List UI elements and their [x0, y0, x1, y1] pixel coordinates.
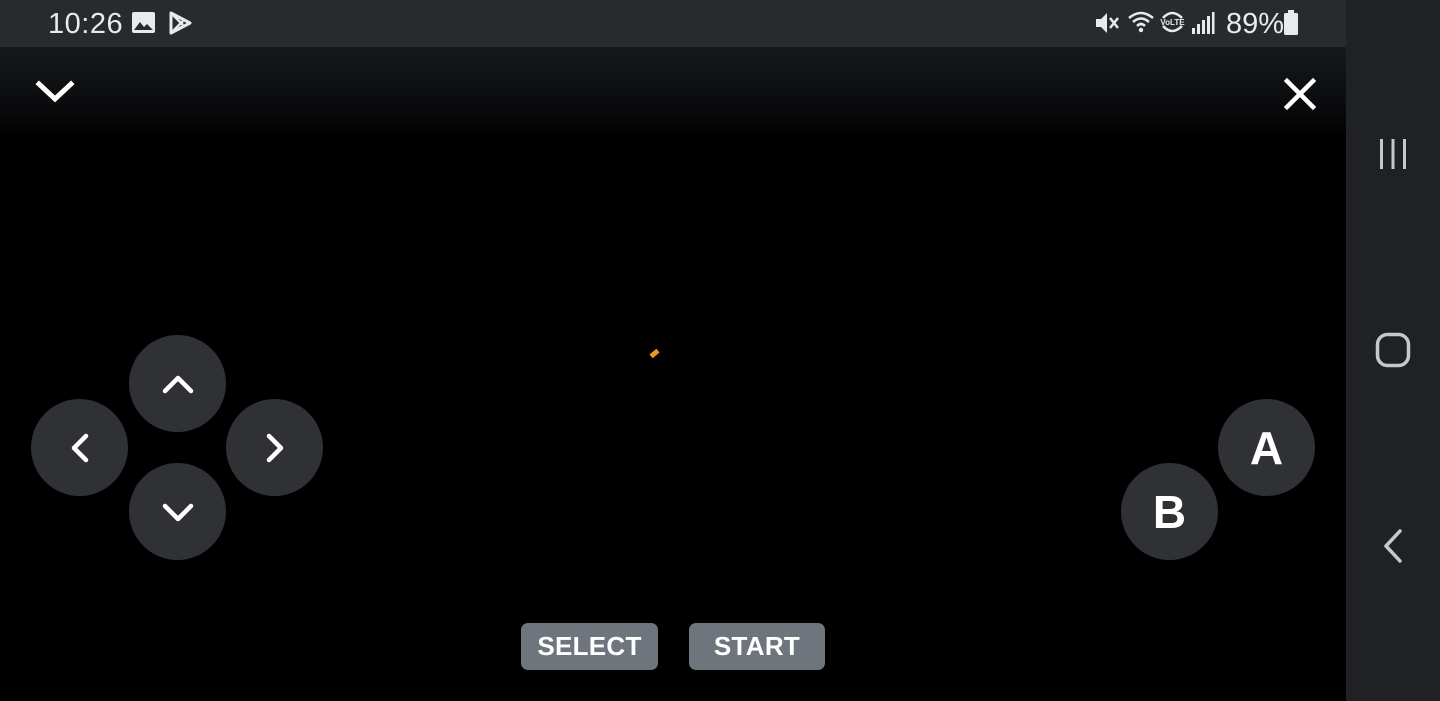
- dpad-down-button[interactable]: [129, 463, 226, 560]
- a-button-label: A: [1249, 421, 1284, 474]
- back-button[interactable]: [1368, 521, 1418, 571]
- top-overlay: [0, 47, 1346, 142]
- gallery-icon: [131, 11, 156, 39]
- back-icon: [1368, 529, 1418, 575]
- chevron-down-icon: [31, 80, 79, 120]
- chevron-left-icon: [60, 428, 100, 468]
- select-button[interactable]: SELECT: [521, 623, 658, 670]
- signal-icon: [1191, 11, 1215, 40]
- status-time: 10:26: [48, 8, 124, 40]
- close-button[interactable]: [1276, 70, 1324, 118]
- start-button[interactable]: START: [689, 623, 825, 670]
- chevron-up-icon: [158, 364, 198, 404]
- navigation-bar: [1346, 0, 1440, 701]
- dpad-right-button[interactable]: [226, 399, 323, 496]
- b-button[interactable]: B: [1121, 463, 1218, 560]
- chevron-right-icon: [255, 428, 295, 468]
- battery-icon: [1283, 10, 1299, 41]
- emulator-screen: 10:26 VoLTE 89% A B SELECT START: [0, 0, 1440, 701]
- recents-button[interactable]: [1368, 129, 1418, 179]
- close-icon: [1276, 77, 1324, 122]
- home-icon: [1368, 332, 1418, 379]
- status-bar: 10:26 VoLTE 89%: [0, 0, 1346, 47]
- play-store-icon: [169, 11, 193, 40]
- battery-percent: 89%: [1226, 8, 1285, 40]
- dpad-left-button[interactable]: [31, 399, 128, 496]
- home-button[interactable]: [1368, 325, 1418, 375]
- collapse-button[interactable]: [31, 68, 79, 116]
- chevron-down-icon: [158, 492, 198, 532]
- volte-text: VoLTE: [1160, 18, 1185, 27]
- select-button-label: SELECT: [537, 631, 642, 661]
- wifi-icon: [1127, 10, 1155, 39]
- dpad-up-button[interactable]: [129, 335, 226, 432]
- b-button-label: B: [1152, 485, 1187, 538]
- a-button[interactable]: A: [1218, 399, 1315, 496]
- start-button-label: START: [713, 631, 801, 661]
- volte-icon: VoLTE: [1159, 8, 1186, 41]
- mute-icon: [1094, 10, 1120, 41]
- recents-icon: [1368, 139, 1418, 183]
